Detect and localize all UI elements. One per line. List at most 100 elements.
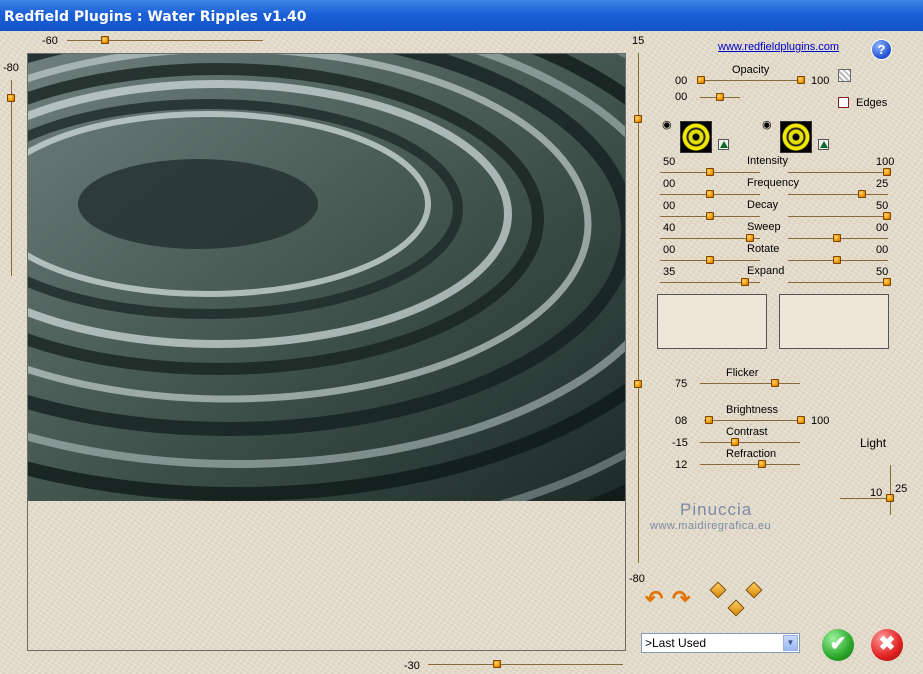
rotate-max-value: 00 [876, 244, 889, 256]
opacity-min-value: 00 [675, 75, 688, 87]
frequency-max-value: 25 [876, 178, 889, 190]
flicker-value: 75 [675, 378, 688, 390]
edges-checkbox[interactable] [838, 97, 849, 108]
refraction-slider-knob[interactable] [758, 460, 766, 468]
bottom-slider-track[interactable] [428, 664, 623, 665]
intensity-min-value: 50 [663, 156, 676, 168]
eye-icon-left[interactable]: ◉ [662, 118, 672, 131]
eye-icon-right[interactable]: ◉ [762, 118, 772, 131]
brightness-min-value: 08 [675, 415, 688, 427]
opacity-slider-knob-right[interactable] [797, 76, 805, 84]
left-slider-knob[interactable] [7, 94, 15, 102]
ripple-pattern-left-swatch[interactable] [680, 121, 712, 153]
expand-label: Expand [747, 265, 785, 277]
website-link[interactable]: www.redfieldplugins.com [718, 41, 839, 53]
edges-label[interactable]: Edges [856, 97, 887, 109]
refraction-label: Refraction [726, 448, 777, 460]
sweep-min-value: 40 [663, 222, 676, 234]
preview-image[interactable] [28, 54, 625, 501]
light-horizontal-value: 10 [870, 487, 883, 499]
pattern-left-menu-icon[interactable] [718, 139, 729, 150]
intensity-slider-right-knob[interactable] [883, 168, 891, 176]
sweep-slider-left-knob[interactable] [746, 234, 754, 242]
flicker-label: Flicker [726, 367, 759, 379]
opacity-label: Opacity [732, 64, 770, 76]
right-slider-track[interactable] [638, 53, 639, 563]
decay-slider-left-knob[interactable] [706, 212, 714, 220]
preview-box-left[interactable] [657, 294, 767, 349]
frequency-slider-right-track[interactable] [788, 194, 888, 195]
ripple-pattern-right-swatch[interactable] [780, 121, 812, 153]
intensity-label: Intensity [747, 155, 788, 167]
rotate-slider-right-knob[interactable] [833, 256, 841, 264]
pattern-right-menu-icon[interactable] [818, 139, 829, 150]
right-slider-bottom-value: -80 [629, 573, 645, 585]
flicker-slider-knob[interactable] [771, 379, 779, 387]
flicker-slider-track[interactable] [700, 383, 800, 384]
refraction-slider-track[interactable] [700, 464, 800, 465]
brightness-slider-knob-left[interactable] [705, 416, 713, 424]
light-vertical-track[interactable] [890, 465, 891, 515]
decay-slider-right-track[interactable] [788, 216, 888, 217]
frequency-slider-left-knob[interactable] [706, 190, 714, 198]
rotate-label: Rotate [747, 243, 780, 255]
cancel-button[interactable]: ✖ [871, 629, 903, 661]
contrast-slider-knob[interactable] [731, 438, 739, 446]
top-slider-knob[interactable] [101, 36, 109, 44]
brightness-slider-track[interactable] [704, 420, 804, 421]
intensity-slider-right-track[interactable] [788, 172, 888, 173]
chevron-down-icon[interactable]: ▼ [783, 635, 798, 651]
help-icon[interactable]: ? [871, 39, 892, 60]
rotate-min-value: 00 [663, 244, 676, 256]
frequency-slider-right-knob[interactable] [858, 190, 866, 198]
preset-select[interactable]: >Last Used ▼ [641, 633, 800, 653]
random-dice-icon-2[interactable] [745, 581, 763, 599]
sweep-slider-right-knob[interactable] [833, 234, 841, 242]
opacity-slider-track[interactable] [700, 80, 804, 81]
sweep-max-value: 00 [876, 222, 889, 234]
opacity-max-value: 100 [811, 75, 830, 87]
brightness-max-value: 100 [811, 415, 830, 427]
window-title: Redfield Plugins : Water Ripples v1.40 [0, 0, 923, 31]
light-position-knob[interactable] [886, 494, 894, 502]
brightness-slider-knob-right[interactable] [797, 416, 805, 424]
light-label: Light [860, 436, 887, 450]
intensity-max-value: 100 [876, 156, 895, 168]
right-slider-top-value: 15 [632, 35, 645, 47]
expand-slider-left-knob[interactable] [741, 278, 749, 286]
ok-button[interactable]: ✔ [822, 629, 854, 661]
refraction-value: 12 [675, 459, 688, 471]
left-slider-track[interactable] [11, 80, 12, 276]
random-dice-icon-1[interactable] [709, 581, 727, 599]
right-slider-knob-upper[interactable] [634, 115, 642, 123]
expand-slider-right-track[interactable] [788, 282, 888, 283]
redo-arrow-icon[interactable]: ↷ [672, 586, 690, 612]
expand-min-value: 35 [663, 266, 676, 278]
expand-slider-right-knob[interactable] [883, 278, 891, 286]
decay-slider-right-knob[interactable] [883, 212, 891, 220]
bottom-slider-value: -30 [404, 660, 420, 672]
water-ripple-image [28, 54, 625, 501]
frequency-label: Frequency [747, 177, 799, 189]
brightness-label: Brightness [726, 404, 778, 416]
opacity-slider-knob-left[interactable] [697, 76, 705, 84]
opacity-second-knob[interactable] [716, 93, 724, 101]
transparency-icon[interactable] [838, 69, 851, 82]
contrast-value: -15 [672, 437, 688, 449]
top-slider-track[interactable] [67, 40, 263, 41]
preview-box-right[interactable] [779, 294, 889, 349]
undo-arrow-icon[interactable]: ↶ [645, 586, 663, 612]
light-horizontal-track[interactable] [840, 498, 892, 499]
random-dice-icon-3[interactable] [727, 599, 745, 617]
decay-max-value: 50 [876, 200, 889, 212]
opacity-second-value: 00 [675, 91, 688, 103]
preset-select-value: >Last Used [645, 636, 707, 650]
right-slider-knob-lower[interactable] [634, 380, 642, 388]
intensity-slider-left-knob[interactable] [706, 168, 714, 176]
watermark-name: Pinuccia [680, 500, 753, 519]
rotate-slider-left-knob[interactable] [706, 256, 714, 264]
contrast-slider-track[interactable] [700, 442, 800, 443]
bottom-slider-knob[interactable] [493, 660, 501, 668]
sweep-slider-left-track[interactable] [660, 238, 760, 239]
decay-label: Decay [747, 199, 779, 211]
